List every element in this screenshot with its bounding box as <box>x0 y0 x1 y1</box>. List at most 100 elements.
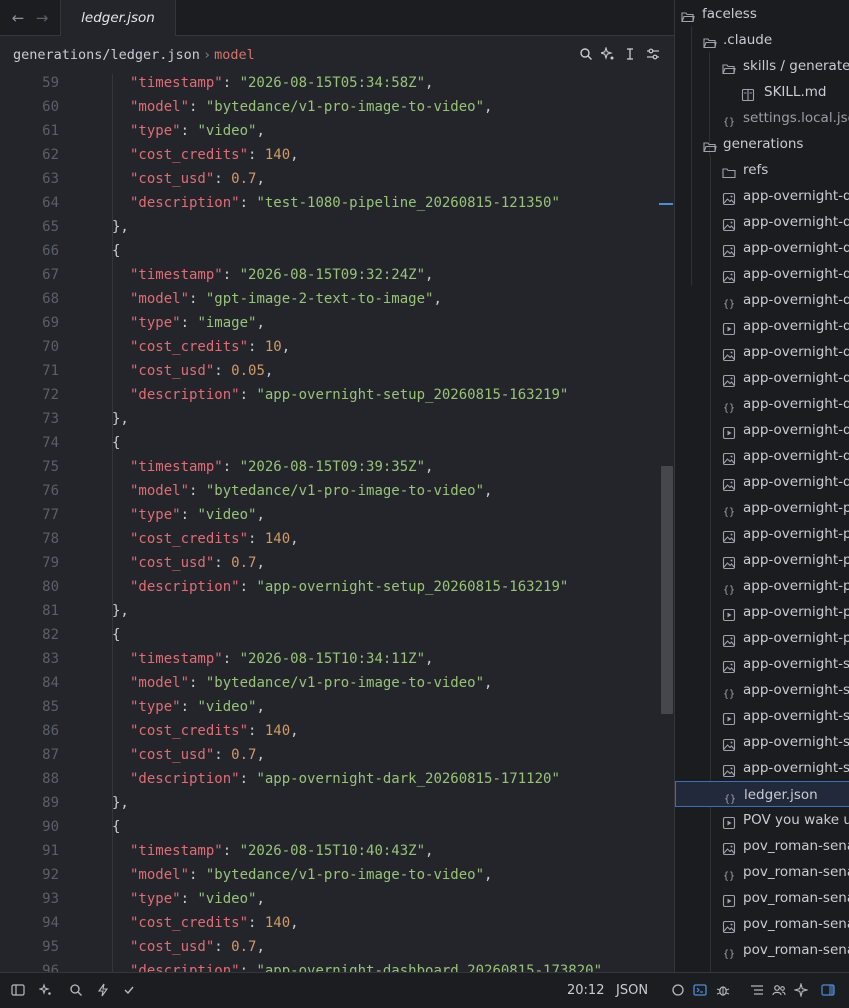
tree-file[interactable]: app-overnight-dark <box>675 183 849 209</box>
breadcrumb-symbol[interactable]: model <box>214 47 255 63</box>
sliders-icon[interactable] <box>645 47 661 63</box>
code-line[interactable]: 61 "type": "video", <box>0 119 660 143</box>
tree-file[interactable]: {} ledger.json <box>675 781 849 807</box>
tree-folder[interactable]: generations <box>675 131 849 157</box>
code-line[interactable]: 80 "description": "app-overnight-setup_20… <box>0 575 660 599</box>
toggle-right-panel-icon[interactable] <box>820 983 836 999</box>
tree-file[interactable]: pov_roman-senator <box>675 885 849 911</box>
code-line[interactable]: 87 "cost_usd": 0.7, <box>0 743 660 767</box>
tree-file[interactable]: app-overnight-pov <box>675 547 849 573</box>
code-line[interactable]: 65}, <box>0 215 660 239</box>
search-icon[interactable] <box>578 47 594 63</box>
sparkle-icon[interactable] <box>599 46 616 63</box>
tree-file[interactable]: {} pov_roman-senator <box>675 859 849 885</box>
tree-file[interactable]: pov_roman-senator <box>675 911 849 937</box>
tree-file[interactable]: app-overnight-dark <box>675 417 849 443</box>
tree-folder[interactable]: faceless <box>675 1 849 27</box>
code-area[interactable]: 59 "timestamp": "2026-08-15T05:34:58Z", 60… <box>0 74 660 972</box>
tree-file[interactable]: app-overnight-dark <box>675 339 849 365</box>
code-line[interactable]: 83 "timestamp": "2026-08-15T10:34:11Z", <box>0 647 660 671</box>
outline-list-icon[interactable] <box>749 983 765 999</box>
code-line[interactable]: 86 "cost_credits": 140, <box>0 719 660 743</box>
tree-file[interactable]: app-overnight-dark <box>675 235 849 261</box>
search-icon[interactable] <box>68 983 84 999</box>
back-arrow-icon[interactable]: ← <box>8 8 28 28</box>
editor-scrollbar-thumb[interactable] <box>661 466 673 714</box>
tree-folder[interactable]: refs <box>675 157 849 183</box>
code-line[interactable]: 82 { <box>0 623 660 647</box>
ai-sparkle-icon[interactable] <box>792 981 810 999</box>
ai-assist-icon[interactable] <box>38 983 54 999</box>
code-line[interactable]: 88 "description": "app-overnight-dark_202… <box>0 767 660 791</box>
tree-file[interactable]: POV you wake up <box>675 807 849 833</box>
code-line[interactable]: 73}, <box>0 407 660 431</box>
code-line[interactable]: 64 "description": "test-1080-pipeline_202… <box>0 191 660 215</box>
code-line[interactable]: 90 { <box>0 815 660 839</box>
code-line[interactable]: 81}, <box>0 599 660 623</box>
tree-file[interactable]: app-overnight-dark <box>675 209 849 235</box>
code-line[interactable]: 95 "cost_usd": 0.7, <box>0 935 660 959</box>
code-line[interactable]: 75 "timestamp": "2026-08-15T09:39:35Z", <box>0 455 660 479</box>
circle-icon[interactable] <box>670 983 686 999</box>
tree-folder[interactable]: .claude <box>675 27 849 53</box>
code-line[interactable]: 74 { <box>0 431 660 455</box>
tree-file[interactable]: pov_roman-senator <box>675 833 849 859</box>
breadcrumb-path[interactable]: generations/ledger.json <box>13 47 200 63</box>
code-line[interactable]: 68 "model": "gpt-image-2-text-to-image", <box>0 287 660 311</box>
tree-file[interactable]: app-overnight-pov <box>675 599 849 625</box>
code-line[interactable]: 92 "model": "bytedance/v1-pro-image-to-vi… <box>0 863 660 887</box>
tree-file[interactable]: {} app-overnight-setup <box>675 677 849 703</box>
tree-file[interactable]: app-overnight-dark <box>675 365 849 391</box>
code-line[interactable]: 60 "model": "bytedance/v1-pro-image-to-vi… <box>0 95 660 119</box>
tree-file[interactable]: {} pov_roman-senator <box>675 937 849 963</box>
tree-file[interactable]: app-overnight-setup <box>675 755 849 781</box>
terminal-icon[interactable] <box>692 983 708 999</box>
tree-file[interactable]: app-overnight-setup <box>675 703 849 729</box>
code-line[interactable]: 62 "cost_credits": 140, <box>0 143 660 167</box>
tree-file[interactable]: app-overnight-pov <box>675 625 849 651</box>
tree-file[interactable]: app-overnight-dark <box>675 313 849 339</box>
tree-file[interactable]: app-overnight-setup <box>675 729 849 755</box>
tree-file[interactable]: SKILL.md <box>675 79 849 105</box>
code-line[interactable]: 85 "type": "video", <box>0 695 660 719</box>
tree-file[interactable]: app-overnight-dark <box>675 469 849 495</box>
tree-file[interactable]: {} app-overnight-dark <box>675 391 849 417</box>
tree-folder[interactable]: skills / generate <box>675 53 849 79</box>
code-line[interactable]: 59 "timestamp": "2026-08-15T05:34:58Z", <box>0 74 660 95</box>
tree-file[interactable]: {} app-overnight-pov <box>675 573 849 599</box>
language-mode[interactable]: JSON <box>616 973 648 1008</box>
code-line[interactable]: 94 "cost_credits": 140, <box>0 911 660 935</box>
code-line[interactable]: 67 "timestamp": "2026-08-15T09:32:24Z", <box>0 263 660 287</box>
forward-arrow-icon[interactable]: → <box>32 8 52 28</box>
lightning-icon[interactable] <box>95 983 111 999</box>
cursor-position[interactable]: 20:12 <box>567 973 604 1008</box>
tree-file[interactable]: {} app-overnight-dark <box>675 287 849 313</box>
check-icon[interactable] <box>121 983 137 999</box>
code-line[interactable]: 69 "type": "image", <box>0 311 660 335</box>
code-line[interactable]: 71 "cost_usd": 0.05, <box>0 359 660 383</box>
code-line[interactable]: 72 "description": "app-overnight-setup_20… <box>0 383 660 407</box>
tree-file[interactable]: {} settings.local.json <box>675 105 849 131</box>
code-line[interactable]: 77 "type": "video", <box>0 503 660 527</box>
code-line[interactable]: 63 "cost_usd": 0.7, <box>0 167 660 191</box>
collaborators-icon[interactable] <box>771 983 787 999</box>
code-line[interactable]: 93 "type": "video", <box>0 887 660 911</box>
toggle-left-panel-icon[interactable] <box>10 983 26 999</box>
code-line[interactable]: 91 "timestamp": "2026-08-15T10:40:43Z", <box>0 839 660 863</box>
tree-file[interactable]: app-overnight-dark <box>675 443 849 469</box>
code-line[interactable]: 76 "model": "bytedance/v1-pro-image-to-vi… <box>0 479 660 503</box>
code-line[interactable]: 96 "description": "app-overnight-dashboar… <box>0 959 660 972</box>
tree-file[interactable]: {} app-overnight-pov <box>675 495 849 521</box>
code-line[interactable]: 70 "cost_credits": 10, <box>0 335 660 359</box>
tree-file[interactable]: app-overnight-pov <box>675 521 849 547</box>
code-line[interactable]: 78 "cost_credits": 140, <box>0 527 660 551</box>
code-line[interactable]: 84 "model": "bytedance/v1-pro-image-to-vi… <box>0 671 660 695</box>
code-line[interactable]: 66 { <box>0 239 660 263</box>
tab-ledger-json[interactable]: ledger.json <box>60 0 176 37</box>
bug-icon[interactable] <box>715 983 731 999</box>
code-line[interactable]: 79 "cost_usd": 0.7, <box>0 551 660 575</box>
text-cursor-icon[interactable] <box>622 47 638 63</box>
tree-file[interactable]: app-overnight-setup <box>675 651 849 677</box>
tree-file[interactable]: app-overnight-dark <box>675 261 849 287</box>
code-line[interactable]: 89}, <box>0 791 660 815</box>
